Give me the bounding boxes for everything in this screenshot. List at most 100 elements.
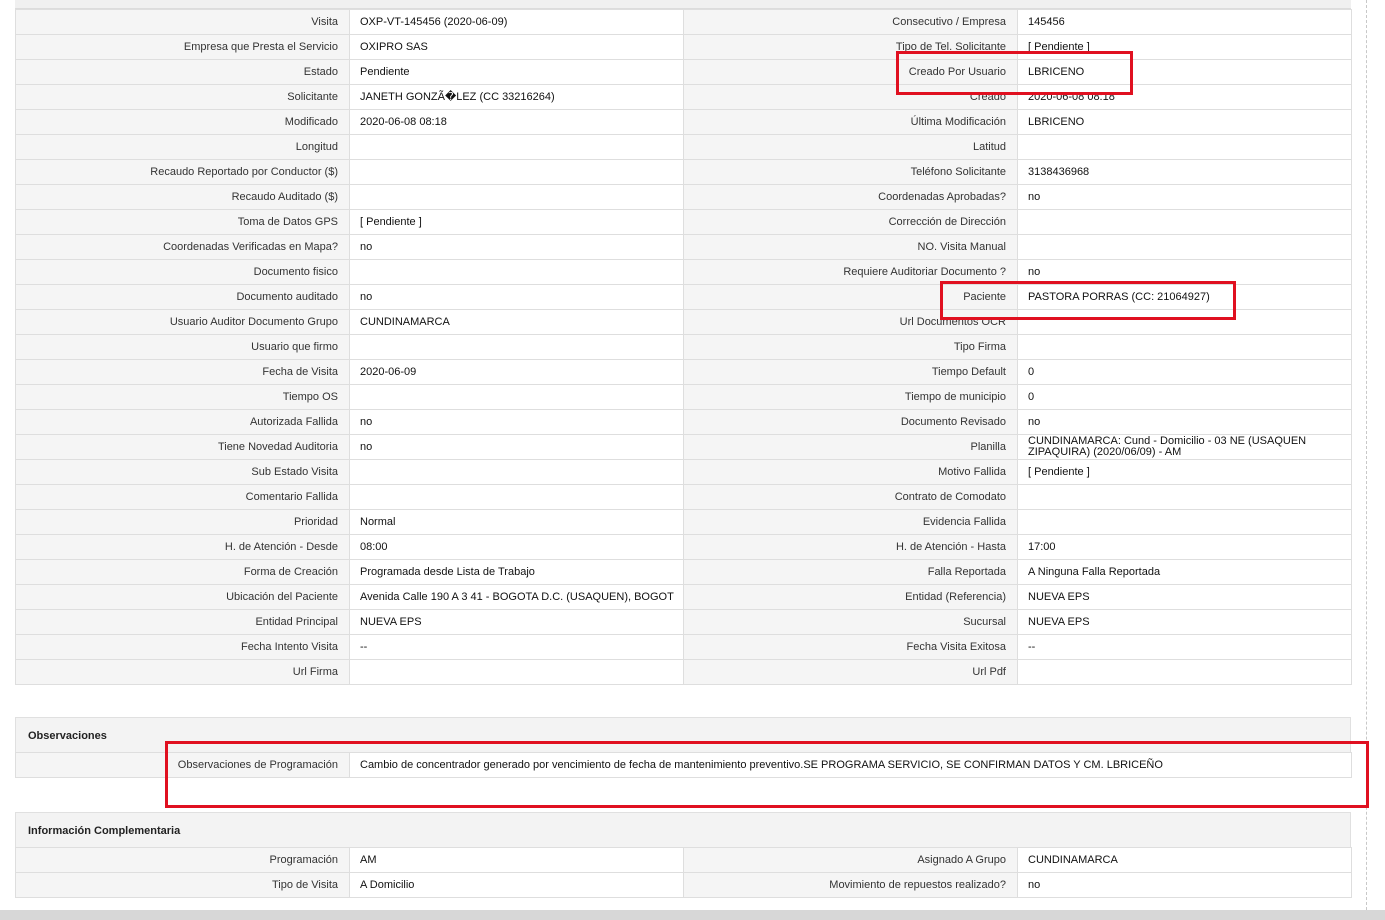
field-value: 2020-06-08 08:18 — [1017, 84, 1352, 110]
field-value: no — [349, 284, 684, 310]
field-value: no — [349, 409, 684, 435]
field-value: JANETH GONZÃ�LEZ (CC 33216264) — [349, 84, 684, 110]
field-label: Forma de Creación — [15, 559, 350, 585]
field-value: AM — [349, 847, 684, 873]
field-value: PASTORA PORRAS (CC: 21064927) — [1017, 284, 1352, 310]
field-value: OXP-VT-145456 (2020-06-09) — [349, 9, 684, 35]
field-value: LBRICENO — [1017, 109, 1352, 135]
field-label: Contrato de Comodato — [683, 484, 1018, 510]
field-label: Coordenadas Verificadas en Mapa? — [15, 234, 350, 260]
field-label: Empresa que Presta el Servicio — [15, 34, 350, 60]
field-label: Visita — [15, 9, 350, 35]
table-row: Tipo de Visita A Domicilio Movimiento de r… — [15, 872, 1352, 898]
table-row: Url Firma Url Pdf — [15, 659, 1352, 685]
field-label: Prioridad — [15, 509, 350, 535]
field-label: Documento fisico — [15, 259, 350, 285]
complementaria-table: Programación AM Asignado A Grupo CUNDINAMAR… — [15, 847, 1352, 898]
field-label: Tipo de Visita — [15, 872, 350, 898]
field-value: A Ninguna Falla Reportada — [1017, 559, 1352, 585]
field-value: CUNDINAMARCA — [349, 309, 684, 335]
field-label: Solicitante — [15, 84, 350, 110]
field-label: Entidad Principal — [15, 609, 350, 635]
field-label: Corrección de Dirección — [683, 209, 1018, 235]
field-label: Coordenadas Aprobadas? — [683, 184, 1018, 210]
field-value — [349, 334, 684, 360]
field-label: Fecha Visita Exitosa — [683, 634, 1018, 660]
field-label: Tiempo Default — [683, 359, 1018, 385]
table-row: Ubicación del Paciente Avenida Calle 190 … — [15, 584, 1352, 610]
field-value — [349, 184, 684, 210]
field-label: Modificado — [15, 109, 350, 135]
field-value: A Domicilio — [349, 872, 684, 898]
field-value: no — [1017, 872, 1352, 898]
field-label: Consecutivo / Empresa — [683, 9, 1018, 35]
field-value — [1017, 134, 1352, 160]
field-label: Toma de Datos GPS — [15, 209, 350, 235]
table-row: Modificado 2020-06-08 08:18 Última Modific… — [15, 109, 1352, 135]
page-divider — [1366, 0, 1367, 910]
field-label: Tiempo OS — [15, 384, 350, 410]
field-value — [349, 134, 684, 160]
field-label: Creado — [683, 84, 1018, 110]
table-row: Recaudo Reportado por Conductor ($) Teléf… — [15, 159, 1352, 185]
field-value: 2020-06-09 — [349, 359, 684, 385]
observaciones-title: Observaciones — [28, 730, 107, 742]
field-value: Cambio de concentrador generado por venc… — [349, 752, 1352, 778]
field-value — [1017, 209, 1352, 235]
field-value: no — [349, 234, 684, 260]
field-label: Creado Por Usuario — [683, 59, 1018, 85]
field-label: Requiere Auditoriar Documento ? — [683, 259, 1018, 285]
bottom-bar — [0, 910, 1385, 920]
field-value — [349, 659, 684, 685]
field-value — [1017, 309, 1352, 335]
top-strip — [15, 0, 1351, 9]
field-label: Documento Revisado — [683, 409, 1018, 435]
table-row: Solicitante JANETH GONZÃ�LEZ (CC 33216264… — [15, 84, 1352, 110]
field-value: -- — [349, 634, 684, 660]
table-row: Usuario que firmo Tipo Firma — [15, 334, 1352, 360]
field-value — [349, 484, 684, 510]
field-label: H. de Atención - Desde — [15, 534, 350, 560]
complementaria-header: Información Complementaria — [15, 812, 1351, 848]
field-label: Estado — [15, 59, 350, 85]
table-row: Fecha Intento Visita -- Fecha Visita Exit… — [15, 634, 1352, 660]
field-label: Url Firma — [15, 659, 350, 685]
field-value: [ Pendiente ] — [1017, 459, 1352, 485]
table-row: Observaciones de Programación Cambio de … — [15, 752, 1352, 778]
table-row: Longitud Latitud — [15, 134, 1352, 160]
field-value: -- — [1017, 634, 1352, 660]
visit-details-table: Visita OXP-VT-145456 (2020-06-09) Consecut… — [15, 9, 1352, 685]
field-label: Evidencia Fallida — [683, 509, 1018, 535]
table-row: Empresa que Presta el Servicio OXIPRO SAS… — [15, 34, 1352, 60]
field-label: Usuario que firmo — [15, 334, 350, 360]
field-value — [1017, 334, 1352, 360]
field-value: no — [1017, 184, 1352, 210]
field-value: Pendiente — [349, 59, 684, 85]
table-row: Fecha de Visita 2020-06-09 Tiempo Default… — [15, 359, 1352, 385]
field-value — [349, 259, 684, 285]
field-label: NO. Visita Manual — [683, 234, 1018, 260]
field-value — [1017, 509, 1352, 535]
field-label: Sub Estado Visita — [15, 459, 350, 485]
field-value: no — [1017, 409, 1352, 435]
field-label: Teléfono Solicitante — [683, 159, 1018, 185]
table-row: Documento auditado no Paciente PASTORA POR… — [15, 284, 1352, 310]
field-value — [1017, 234, 1352, 260]
table-row: Usuario Auditor Documento Grupo CUNDINAMA… — [15, 309, 1352, 335]
field-label: Asignado A Grupo — [683, 847, 1018, 873]
table-row: Prioridad Normal Evidencia Fallida — [15, 509, 1352, 535]
field-label: Usuario Auditor Documento Grupo — [15, 309, 350, 335]
field-label: Falla Reportada — [683, 559, 1018, 585]
table-row: Documento fisico Requiere Auditoriar Docu… — [15, 259, 1352, 285]
field-value: no — [1017, 259, 1352, 285]
field-label: Recaudo Reportado por Conductor ($) — [15, 159, 350, 185]
field-value: OXIPRO SAS — [349, 34, 684, 60]
field-label: Autorizada Fallida — [15, 409, 350, 435]
table-row: Autorizada Fallida no Documento Revisado … — [15, 409, 1352, 435]
field-label: Motivo Fallida — [683, 459, 1018, 485]
field-value: CUNDINAMARCA — [1017, 847, 1352, 873]
field-label: Url Documentos OCR — [683, 309, 1018, 335]
field-label: Fecha Intento Visita — [15, 634, 350, 660]
field-value: 08:00 — [349, 534, 684, 560]
field-value — [349, 459, 684, 485]
